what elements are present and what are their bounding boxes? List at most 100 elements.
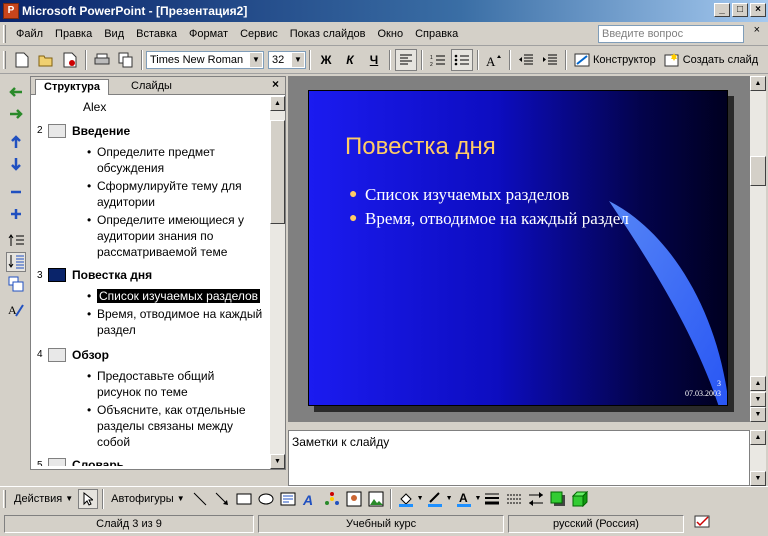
rectangle-icon[interactable] <box>234 489 254 509</box>
powerpoint-app-icon[interactable]: P <box>3 3 19 19</box>
menu-tools[interactable]: Сервис <box>234 24 284 44</box>
actions-menu[interactable]: Действия ▼ <box>10 493 77 505</box>
new-icon[interactable] <box>11 49 33 71</box>
menu-help[interactable]: Справка <box>409 24 464 44</box>
diagram-icon[interactable] <box>322 489 342 509</box>
expand-all-icon[interactable] <box>6 252 26 272</box>
wordart-icon[interactable]: A <box>300 489 320 509</box>
tab-outline[interactable]: Структура <box>35 79 109 95</box>
print-icon[interactable] <box>91 49 113 71</box>
notes-area[interactable]: Заметки к слайду <box>288 430 750 486</box>
slide-thumbnail-icon[interactable] <box>48 458 66 466</box>
prev-slide-icon[interactable]: ▲ <box>750 376 766 391</box>
chevron-down-icon[interactable]: ▼ <box>250 52 262 67</box>
arrow-style-icon[interactable] <box>526 489 546 509</box>
svg-text:2: 2 <box>430 62 433 66</box>
menubar-grip <box>3 24 6 43</box>
show-formatting-icon[interactable]: A <box>6 300 26 320</box>
menu-insert[interactable]: Вставка <box>130 24 183 44</box>
shadow-style-icon[interactable] <box>548 489 568 509</box>
scroll-down-icon[interactable]: ▼ <box>270 454 285 469</box>
promote-icon[interactable] <box>6 82 26 102</box>
scroll-up-icon[interactable]: ▲ <box>270 96 285 111</box>
menu-slideshow[interactable]: Показ слайдов <box>284 24 372 44</box>
tab-slides[interactable]: Слайды <box>123 79 180 95</box>
designer-button[interactable]: Конструктор <box>570 53 660 67</box>
font-color-icon[interactable]: A <box>454 489 474 509</box>
maximize-button[interactable]: □ <box>732 3 748 17</box>
oval-icon[interactable] <box>256 489 276 509</box>
scroll-up-icon[interactable]: ▲ <box>750 430 766 445</box>
line-icon[interactable] <box>190 489 210 509</box>
textbox-icon[interactable] <box>278 489 298 509</box>
menu-view[interactable]: Вид <box>98 24 130 44</box>
open-icon[interactable] <box>35 49 57 71</box>
menu-file[interactable]: Файл <box>10 24 49 44</box>
dash-style-icon[interactable] <box>504 489 524 509</box>
move-down-icon[interactable] <box>6 154 26 174</box>
select-pointer-icon[interactable] <box>78 488 99 509</box>
bold-button[interactable]: Ж <box>315 49 337 71</box>
chevron-down-icon[interactable]: ▼ <box>292 52 304 67</box>
clipart-icon[interactable] <box>344 489 364 509</box>
line-color-icon[interactable] <box>425 489 445 509</box>
italic-button[interactable]: К <box>339 49 361 71</box>
chevron-down-icon[interactable]: ▼ <box>417 495 424 502</box>
decrease-indent-icon[interactable] <box>515 49 537 71</box>
slide-thumbnail-icon[interactable] <box>48 124 66 138</box>
copy-icon[interactable] <box>115 49 137 71</box>
3d-style-icon[interactable] <box>570 489 590 509</box>
outline-content[interactable]: Alex 2 Введение • Определите предмет обсу… <box>31 96 271 466</box>
scroll-down-icon[interactable]: ▼ <box>750 471 766 486</box>
menu-window[interactable]: Окно <box>372 24 410 44</box>
outline-pane: Структура Слайды × Alex 2 Введение • Опре… <box>30 76 286 470</box>
slide-thumbnail-icon[interactable] <box>48 348 66 362</box>
svg-text:1: 1 <box>430 55 433 61</box>
collapse-icon[interactable] <box>6 182 26 202</box>
font-name-select[interactable]: Times New Roman ▼ <box>146 50 264 69</box>
help-search-input[interactable]: Введите вопрос <box>598 25 744 43</box>
font-size-select[interactable]: 32 ▼ <box>268 50 306 69</box>
menu-edit[interactable]: Правка <box>49 24 98 44</box>
scroll-up-icon[interactable]: ▲ <box>750 76 766 91</box>
scroll-thumb[interactable] <box>270 120 285 224</box>
new-slide-button[interactable]: Создать слайд <box>660 52 762 67</box>
chevron-down-icon[interactable]: ▼ <box>446 495 453 502</box>
move-up-icon[interactable] <box>6 132 26 152</box>
scroll-down-icon[interactable]: ▼ <box>750 407 766 422</box>
autoshapes-menu[interactable]: Автофигуры ▼ <box>107 493 189 505</box>
arrow-icon[interactable] <box>212 489 232 509</box>
minimize-button[interactable]: _ <box>714 3 730 17</box>
numbering-icon[interactable]: 12 <box>427 49 449 71</box>
chevron-down-icon[interactable]: ▼ <box>475 495 482 502</box>
bullets-icon[interactable] <box>451 48 473 71</box>
notes-scrollbar[interactable]: ▲ ▼ <box>750 430 766 486</box>
close-button[interactable]: × <box>750 3 766 17</box>
spelling-icon[interactable] <box>688 515 718 533</box>
bullet-text: Объясните, как отдельные разделы связаны… <box>97 403 246 449</box>
slide-body[interactable]: ● Список изучаемых разделов ● Время, отвод… <box>349 183 629 231</box>
slide-thumbnail-icon[interactable] <box>48 268 66 282</box>
fill-color-icon[interactable] <box>396 489 416 509</box>
slide-scrollbar[interactable]: ▲ ▲ ▼ ▼ <box>750 76 766 422</box>
line-style-icon[interactable] <box>482 489 502 509</box>
doc-close-button[interactable]: × <box>754 24 760 36</box>
permission-icon[interactable] <box>59 49 81 71</box>
increase-indent-icon[interactable] <box>539 49 561 71</box>
slide-title-text[interactable]: Повестка дня <box>345 133 496 161</box>
bullet-text-selected[interactable]: Список изучаемых разделов <box>97 289 261 303</box>
collapse-all-icon[interactable] <box>6 230 26 250</box>
next-slide-icon[interactable]: ▼ <box>750 392 766 407</box>
underline-button[interactable]: Ч <box>363 49 385 71</box>
summary-slide-icon[interactable] <box>6 274 26 294</box>
menu-format[interactable]: Формат <box>183 24 234 44</box>
expand-icon[interactable] <box>6 204 26 224</box>
demote-icon[interactable] <box>6 104 26 124</box>
increase-font-icon[interactable]: A <box>483 49 505 71</box>
outline-scrollbar[interactable]: ▲ ▼ <box>270 96 285 469</box>
pane-close-icon[interactable]: × <box>272 77 279 91</box>
slide-canvas[interactable]: Повестка дня ● Список изучаемых разделов … <box>308 90 728 406</box>
scroll-thumb[interactable] <box>750 156 766 186</box>
align-left-icon[interactable] <box>395 48 417 71</box>
picture-icon[interactable] <box>366 489 386 509</box>
